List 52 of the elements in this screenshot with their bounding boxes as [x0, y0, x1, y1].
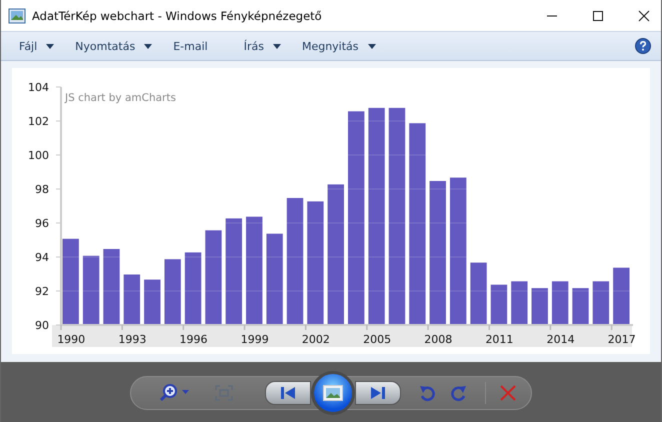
- next-button[interactable]: [355, 381, 401, 405]
- x-tick-label: 2011: [485, 333, 514, 346]
- caret-icon[interactable]: [46, 44, 54, 48]
- x-tick-label: 2017: [608, 333, 636, 346]
- x-tick-label: 2014: [546, 333, 575, 346]
- bar: [163, 258, 182, 326]
- bar: [490, 284, 508, 326]
- bar: [530, 287, 549, 326]
- y-tick-label: 98: [35, 183, 49, 196]
- x-tick-label: 2008: [424, 333, 452, 346]
- bar: [469, 262, 488, 326]
- y-tick-label: 102: [28, 115, 49, 128]
- menu-item[interactable]: Megnyitás: [302, 40, 359, 52]
- next-icon: [371, 387, 385, 399]
- bar: [571, 287, 590, 326]
- menu-item[interactable]: E-mail: [173, 40, 208, 52]
- x-tick-label: 2005: [363, 333, 392, 346]
- bar: [82, 254, 100, 326]
- x-tick-label: 1990: [57, 333, 86, 346]
- caret-icon[interactable]: [144, 44, 152, 48]
- previous-icon: [281, 387, 295, 399]
- bar: [592, 280, 610, 326]
- y-tick-label: 104: [28, 81, 49, 94]
- menu-item[interactable]: Írás: [244, 40, 264, 52]
- previous-button[interactable]: [265, 381, 311, 405]
- y-tick-label: 100: [28, 149, 49, 162]
- caret-icon[interactable]: [368, 44, 376, 48]
- help-icon[interactable]: [635, 38, 651, 54]
- zoom-icon[interactable]: [159, 383, 191, 403]
- chart-credit: JS chart by amCharts: [65, 92, 176, 104]
- menu-item[interactable]: Fájl: [19, 40, 38, 52]
- bar: [143, 278, 162, 326]
- menu-item[interactable]: Nyomtatás: [75, 40, 136, 52]
- y-tick-label: 92: [35, 285, 49, 298]
- x-tick-label: 2002: [302, 333, 330, 346]
- close-icon[interactable]: [638, 10, 650, 22]
- y-tick-label: 90: [35, 319, 49, 332]
- y-tick-label: 96: [35, 217, 49, 230]
- slideshow-button[interactable]: [311, 371, 355, 415]
- x-tick-label: 1996: [180, 333, 208, 346]
- image-icon: [323, 385, 343, 401]
- bar: [122, 274, 142, 326]
- bar: [510, 280, 529, 326]
- app-icon: [8, 8, 26, 24]
- bar: [550, 280, 570, 326]
- y-tick-label: 94: [35, 251, 49, 264]
- window-title: AdatTérKép webchart - Windows Fényképnézegető: [32, 8, 322, 22]
- x-tick-label: 1993: [118, 333, 146, 346]
- x-tick-label: 1999: [240, 333, 269, 346]
- bar: [612, 266, 630, 326]
- maximize-icon[interactable]: [592, 10, 604, 22]
- caret-icon[interactable]: [272, 44, 281, 48]
